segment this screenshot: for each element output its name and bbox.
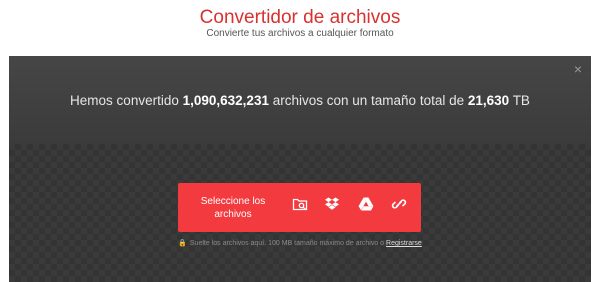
stats-middle: archivos con un tamaño total de	[272, 93, 465, 108]
upload-panel: × Hemos convertido 1,090,632,231 archivo…	[9, 56, 591, 282]
dropbox-icon[interactable]	[324, 196, 340, 212]
page-title: Convertidor de archivos	[199, 7, 401, 28]
upload-note-text: Suelte los archivos aquí. 100 MB tamaño …	[189, 240, 385, 247]
size-unit: TB	[512, 93, 530, 108]
lock-icon: 🔒	[178, 240, 187, 247]
upload-bar: Seleccione los archivos	[178, 183, 421, 232]
register-link[interactable]: Registrarse	[386, 240, 422, 247]
select-files-button[interactable]: Seleccione los archivos	[178, 183, 288, 232]
select-files-label: Seleccione los archivos	[200, 195, 266, 220]
total-size: 21,630	[467, 93, 510, 108]
close-icon[interactable]: ×	[571, 62, 585, 76]
link-icon[interactable]	[391, 196, 407, 212]
upload-note: 🔒 Suelte los archivos aquí. 100 MB tamaño…	[9, 239, 591, 249]
google-drive-icon[interactable]	[358, 196, 374, 212]
folder-search-icon[interactable]	[292, 196, 308, 212]
conversion-stats: Hemos convertido 1,090,632,231 archivos …	[9, 92, 591, 110]
page-subtitle: Convierte tus archivos a cualquier forma…	[206, 28, 394, 39]
files-count: 1,090,632,231	[182, 93, 269, 108]
stats-prefix: Hemos convertido	[70, 93, 179, 108]
